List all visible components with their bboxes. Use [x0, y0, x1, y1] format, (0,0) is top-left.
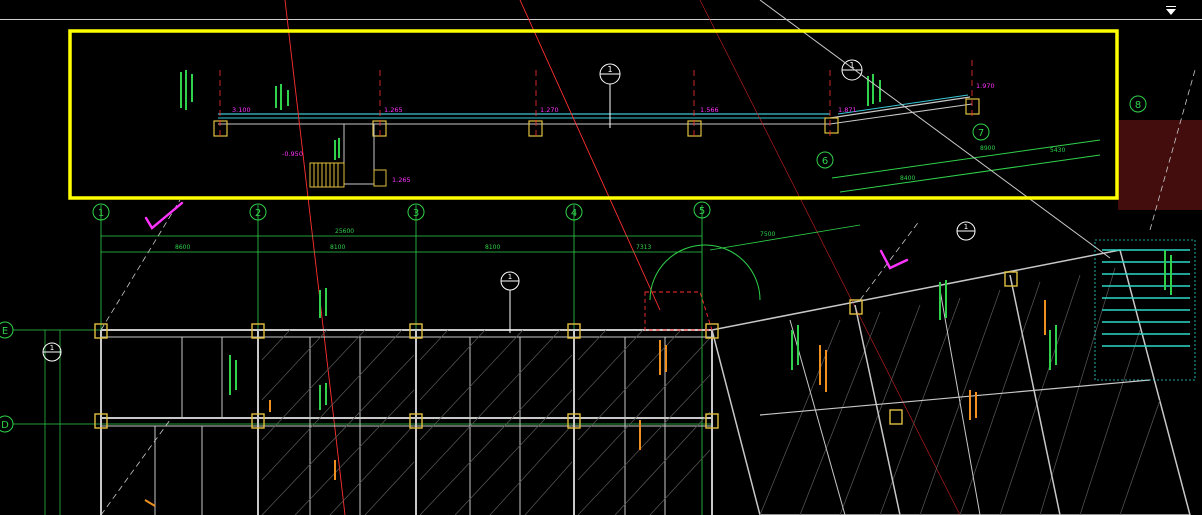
axis-bubble-8: 8 — [1135, 100, 1141, 111]
dimension-label: 8600 — [175, 244, 190, 251]
axis-bubble-1: 1 — [98, 208, 104, 219]
elevation-label: 1.265 — [392, 176, 411, 184]
axis-bubble-6: 6 — [822, 156, 828, 167]
dimension-label: 8100 — [330, 244, 345, 251]
dimension-label: 8100 — [485, 244, 500, 251]
axis-bubble-5: 5 — [699, 206, 705, 217]
elevation-label: 1.970 — [976, 82, 995, 90]
section-symbol-label: 1 — [50, 344, 54, 352]
drawing-canvas[interactable]: 3.100 1.265 1.270 1.566 1.871 1.970 -0.9… — [0, 0, 1202, 515]
elevation-label: -0.950 — [282, 150, 303, 158]
elevation-label: 1.265 — [384, 106, 403, 114]
dimension-label: 8900 — [980, 145, 995, 152]
elevation-label: 1.270 — [540, 106, 559, 114]
check-mark-icon — [144, 201, 184, 230]
axis-bubble-d: D — [1, 420, 9, 431]
elevation-label: 1.871 — [838, 106, 857, 114]
section-symbol-label: 1 — [607, 65, 612, 74]
cad-viewport[interactable]: 3.100 1.265 1.270 1.566 1.871 1.970 -0.9… — [0, 0, 1202, 515]
axis-bubble-7: 7 — [978, 128, 984, 139]
dimension-label: 8400 — [900, 175, 915, 182]
section-detail: 3.100 1.265 1.270 1.566 1.871 1.970 -0.9… — [180, 59, 1147, 193]
elevation-label: 1.566 — [700, 106, 719, 114]
dimension-label: 7500 — [760, 231, 775, 238]
section-symbol-label: 1 — [964, 223, 968, 231]
check-mark-icon — [879, 249, 909, 270]
axis-bubble-e: E — [2, 326, 8, 337]
dimension-label: 7313 — [636, 244, 651, 251]
floor-plan: 1 1 1 — [42, 0, 1202, 515]
section-symbol-label: 1 — [508, 273, 512, 281]
axis-bubble-4: 4 — [571, 208, 577, 219]
elevation-label: 3.100 — [232, 106, 251, 114]
dimension-label: 25600 — [335, 228, 354, 235]
axis-bubble-2: 2 — [255, 208, 261, 219]
axis-bubble-3: 3 — [413, 208, 419, 219]
axis-row: 1 2 3 4 5 25600 8600 8100 8100 7313 7500 — [92, 201, 861, 515]
dimension-label: 5430 — [1050, 147, 1065, 154]
